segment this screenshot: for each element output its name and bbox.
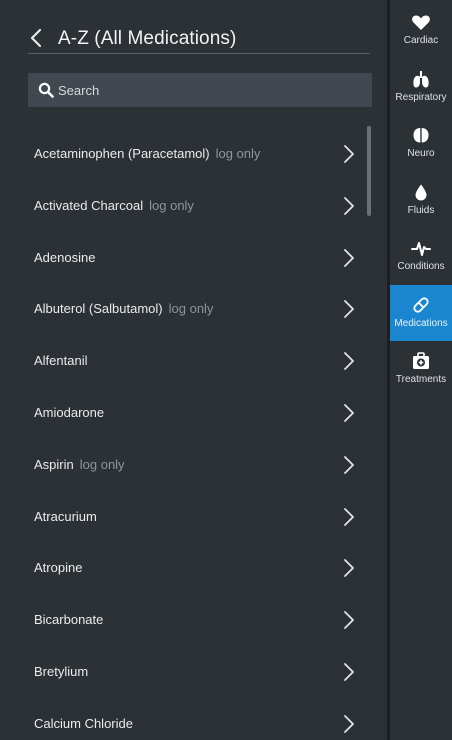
pulse-icon <box>411 238 431 258</box>
medication-row[interactable]: Alfentanil <box>0 335 370 387</box>
back-icon[interactable] <box>28 26 44 50</box>
nav-item-label: Treatments <box>395 374 447 385</box>
medication-name: Amiodarone <box>34 405 104 420</box>
medication-name: Albuterol (Salbutamol) log only <box>34 301 213 316</box>
medication-name: Calcium Chloride <box>34 716 133 731</box>
nav-item-label: Neuro <box>407 148 435 159</box>
medication-label: Atracurium <box>34 508 97 524</box>
medication-row[interactable]: Aspirin log only <box>0 439 370 491</box>
nav-item-label: Respiratory <box>395 91 447 103</box>
medication-label: Bretylium <box>34 664 89 679</box>
search-icon <box>38 82 54 98</box>
nav-item-cardiac[interactable]: Cardiac <box>390 2 452 58</box>
medication-row[interactable]: Acetaminophen (Paracetamol) log only <box>0 128 370 180</box>
medication-row[interactable]: Albuterol (Salbutamol) log only <box>0 283 370 335</box>
medication-name: Atropine <box>34 560 82 575</box>
medication-row[interactable]: Adenosine <box>0 232 370 284</box>
nav-item-label: Conditions <box>397 261 445 272</box>
medication-label: Alfentanil <box>34 353 88 369</box>
medication-label: Atropine <box>34 560 83 576</box>
nav-item-label: Medications <box>394 317 448 329</box>
medkit-icon <box>411 351 431 371</box>
search-bar[interactable] <box>28 73 372 107</box>
log-only-tag: log only <box>79 456 125 472</box>
lungs-icon <box>411 69 431 89</box>
medication-row[interactable]: Atracurium <box>0 491 370 543</box>
medication-name: Atracurium <box>34 509 97 524</box>
medication-label: Bicarbonate <box>34 612 104 628</box>
medication-name: Aspirin log only <box>34 457 125 472</box>
nav-item-label: Fluids <box>407 204 435 216</box>
medication-name: Alfentanil <box>34 353 87 368</box>
chevron-right-icon <box>344 714 354 733</box>
chevron-right-icon <box>344 663 354 681</box>
nav-item-neuro[interactable]: Neuro <box>390 115 452 171</box>
chevron-right-icon <box>344 404 354 422</box>
medication-name: Activated Charcoal log only <box>34 198 194 213</box>
medication-label: Aspirin <box>34 456 74 472</box>
medication-label: Activated Charcoal <box>34 197 144 213</box>
main-panel: A-Z (All Medications) Acetaminophen (Par… <box>0 0 387 740</box>
medication-label: Albuterol (Salbutamol) <box>34 301 163 317</box>
medication-name: Bicarbonate <box>34 612 103 627</box>
chevron-right-icon <box>344 611 354 630</box>
medication-row[interactable]: Atropine <box>0 542 370 594</box>
chevron-right-icon <box>344 300 354 319</box>
medication-row[interactable]: Amiodarone <box>0 387 370 439</box>
medication-label: Calcium Chloride <box>34 715 133 731</box>
pill-icon <box>411 295 431 315</box>
nav-item-respiratory[interactable]: Respiratory <box>390 59 452 115</box>
chevron-right-icon <box>344 145 354 163</box>
title-divider <box>28 53 370 54</box>
heart-icon <box>411 12 431 32</box>
header: A-Z (All Medications) <box>0 0 387 56</box>
nav-item-label: Cardiac <box>403 35 439 46</box>
chevron-right-icon <box>344 455 354 474</box>
chevron-right-icon <box>344 507 354 526</box>
drop-icon <box>411 182 431 202</box>
log-only-tag: log only <box>149 197 194 213</box>
medication-label: Acetaminophen (Paracetamol) <box>34 146 210 161</box>
nav-item-conditions[interactable]: Conditions <box>390 228 452 284</box>
medication-row[interactable]: Activated Charcoal log only <box>0 180 370 232</box>
list-scrollbar[interactable] <box>367 126 371 216</box>
brain-icon <box>411 125 431 145</box>
chevron-right-icon <box>344 248 354 267</box>
medication-label: Adenosine <box>34 249 96 265</box>
medication-name: Bretylium <box>34 664 88 679</box>
chevron-right-icon <box>344 196 354 215</box>
medication-name: Acetaminophen (Paracetamol) log only <box>34 146 260 161</box>
chevron-right-icon <box>344 352 354 371</box>
medication-row[interactable]: Calcium Chloride <box>0 698 370 740</box>
page-title: A-Z (All Medications) <box>58 28 237 49</box>
category-nav: Cardiac Respiratory Neuro Fluids Conditions M… <box>390 0 452 740</box>
medication-row[interactable]: Bretylium <box>0 646 370 698</box>
log-only-tag: log only <box>215 146 261 161</box>
chevron-right-icon <box>344 559 354 578</box>
medication-name: Adenosine <box>34 250 95 265</box>
log-only-tag: log only <box>168 301 214 317</box>
medication-label: Amiodarone <box>34 405 105 420</box>
nav-item-fluids[interactable]: Fluids <box>390 172 452 228</box>
nav-item-treatments[interactable]: Treatments <box>390 341 452 397</box>
nav-item-medications[interactable]: Medications <box>390 284 452 341</box>
search-input[interactable] <box>58 73 358 107</box>
medication-row[interactable]: Bicarbonate <box>0 594 370 646</box>
